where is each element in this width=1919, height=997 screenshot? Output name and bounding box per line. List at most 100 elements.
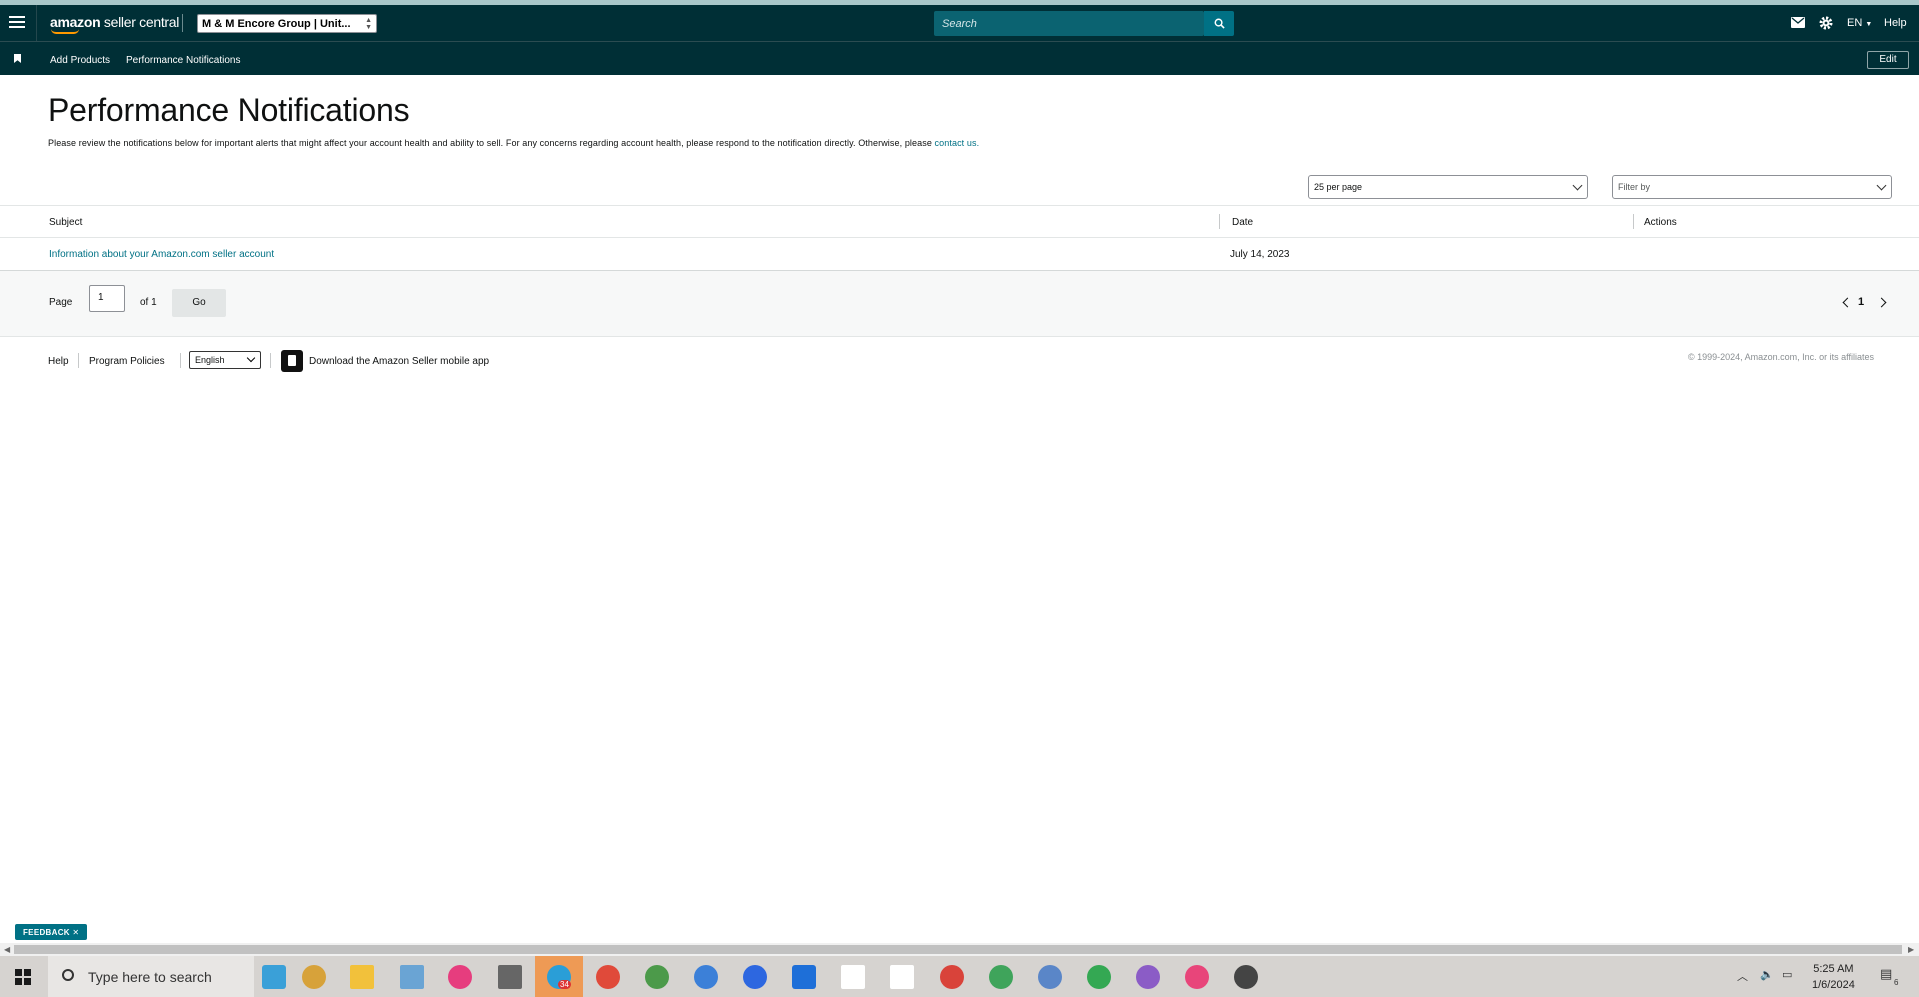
calculator-icon[interactable] (498, 965, 522, 989)
clock-date: 1/6/2024 (1812, 979, 1855, 991)
filter-by-placeholder: Filter by (1618, 182, 1651, 192)
column-header-subject[interactable]: Subject (49, 217, 82, 228)
footer-divider (180, 353, 181, 368)
mail-icon[interactable] (1791, 17, 1805, 28)
logo-amazon-text: amazon (50, 14, 101, 30)
search-icon (1214, 18, 1225, 29)
intro-body: Please review the notifications below fo… (48, 138, 935, 148)
global-search-input[interactable]: Search (934, 11, 1204, 36)
horizontal-scrollbar[interactable]: ◀ ▶ (0, 943, 1919, 956)
column-divider (1219, 214, 1220, 229)
notifications-icon[interactable]: ▤ (1880, 966, 1892, 982)
header-divider (36, 5, 37, 41)
remote-app-icon[interactable] (792, 965, 816, 989)
page-number-input[interactable]: 1 (89, 285, 125, 312)
chevron-right-icon[interactable] (1876, 297, 1887, 308)
widgets-icon[interactable] (262, 965, 286, 989)
column-divider (1633, 214, 1634, 229)
amazon-smile-icon (51, 29, 79, 34)
up-down-arrows-icon: ▲ ▼ (365, 17, 372, 31)
footer-language-select[interactable]: English (189, 351, 261, 369)
chrome-profile-user-icon[interactable] (1136, 965, 1160, 989)
footer-divider (270, 353, 271, 368)
logo-divider (182, 14, 183, 32)
scroll-left-icon[interactable]: ◀ (4, 945, 10, 954)
pagination-bar: Page 1 of 1 Go 1 (0, 271, 1919, 337)
account-switcher[interactable]: M & M Encore Group | Unit... ▲ ▼ (197, 14, 377, 33)
caret-down-icon: ▼ (1865, 21, 1873, 28)
chevron-down-icon (1572, 180, 1583, 191)
language-code: EN (1847, 17, 1863, 29)
contact-us-link[interactable]: contact us. (935, 138, 980, 148)
current-page-number[interactable]: 1 (1858, 296, 1864, 308)
table-row: Information about your Amazon.com seller… (0, 238, 1919, 271)
zoom-icon[interactable] (743, 965, 767, 989)
network-icon[interactable]: ▭ (1782, 968, 1792, 981)
chevron-down-icon (1876, 180, 1887, 191)
search-button[interactable] (1204, 11, 1234, 36)
chrome-profile-k-icon[interactable] (694, 965, 718, 989)
scrollbar-thumb[interactable] (14, 945, 1902, 954)
footer-program-policies-link[interactable]: Program Policies (89, 356, 165, 367)
chevron-left-icon[interactable] (1842, 297, 1853, 308)
account-name: M & M Encore Group | Unit... (202, 18, 351, 30)
help-link[interactable]: Help (1884, 17, 1907, 29)
column-header-actions: Actions (1644, 217, 1677, 228)
chrome-profile-c-icon[interactable] (596, 965, 620, 989)
gear-icon[interactable] (1819, 16, 1833, 30)
per-page-select[interactable]: 25 per page (1308, 175, 1588, 199)
column-header-date[interactable]: Date (1232, 217, 1253, 228)
chrome-profile-g-icon[interactable] (1087, 965, 1111, 989)
taskbar-search-box[interactable]: Type here to search (48, 956, 254, 997)
download-app-link[interactable]: Download the Amazon Seller mobile app (309, 356, 489, 367)
search-placeholder: Search (942, 18, 977, 30)
feedback-button[interactable]: FEEDBACK ✕ (15, 924, 88, 940)
food-app-icon[interactable] (302, 965, 326, 989)
go-button[interactable]: Go (172, 289, 226, 317)
slack-icon[interactable] (448, 965, 472, 989)
telegram-badge: 34 (558, 980, 571, 989)
clock-time: 5:25 AM (1813, 963, 1854, 975)
menu-icon[interactable] (9, 16, 25, 30)
chrome-profile-person-icon[interactable] (1234, 965, 1258, 989)
taskbar-search-placeholder: Type here to search (88, 969, 212, 985)
system-clock[interactable]: 5:25 AM 1/6/2024 (1812, 961, 1855, 993)
row-subject-cell: Information about your Amazon.com seller… (49, 249, 274, 260)
footer-help-link[interactable]: Help (48, 356, 69, 367)
copyright-text: © 1999-2024, Amazon.com, Inc. or its aff… (1687, 352, 1874, 362)
shortcut-performance-notifications[interactable]: Performance Notifications (126, 55, 241, 66)
notification-subject-link[interactable]: Information about your Amazon.com seller… (49, 249, 274, 260)
scroll-right-icon[interactable]: ▶ (1908, 945, 1914, 954)
table-header: Subject Date Actions (0, 205, 1919, 238)
shortcut-add-products[interactable]: Add Products (50, 55, 110, 66)
chart-app-icon[interactable] (890, 965, 914, 989)
chrome-profile-k2-icon[interactable] (1038, 965, 1062, 989)
chrome-profile-c2-icon[interactable] (940, 965, 964, 989)
file-explorer-icon[interactable] (350, 965, 374, 989)
footer-divider (78, 353, 79, 368)
notepad-icon[interactable] (400, 965, 424, 989)
seller-central-logo[interactable]: amazon seller central (50, 14, 180, 34)
chevron-down-icon (246, 353, 256, 363)
mobile-app-icon[interactable] (281, 350, 303, 372)
windows-taskbar: Type here to search 34 ︿ 🔈 ▭ 5:25 AM 1/6… (0, 956, 1919, 997)
intro-text: Please review the notifications below fo… (48, 138, 979, 148)
filter-by-select[interactable]: Filter by (1612, 175, 1892, 199)
logo-seller-central-text: seller central (100, 14, 180, 30)
page-title: Performance Notifications (48, 92, 410, 128)
page-label: Page (49, 297, 73, 308)
chrome-profile-a-icon[interactable] (1185, 965, 1209, 989)
edit-shortcuts-button[interactable]: Edit (1867, 51, 1909, 69)
chevron-up-icon[interactable]: ︿ (1737, 968, 1748, 984)
language-selector[interactable]: EN ▼ (1847, 17, 1872, 29)
volume-icon[interactable]: 🔈 (1760, 968, 1774, 981)
chrome-profile-mm-icon[interactable] (989, 965, 1013, 989)
search-icon (62, 969, 74, 981)
document-app-icon[interactable] (841, 965, 865, 989)
footer-language-value: English (195, 355, 225, 365)
chrome-profile-photo-icon[interactable] (645, 965, 669, 989)
bookmark-icon[interactable] (14, 54, 21, 63)
notification-count: 6 (1894, 978, 1899, 987)
top-header: amazon seller central M & M Encore Group… (0, 5, 1919, 41)
windows-start-icon[interactable] (15, 969, 31, 985)
